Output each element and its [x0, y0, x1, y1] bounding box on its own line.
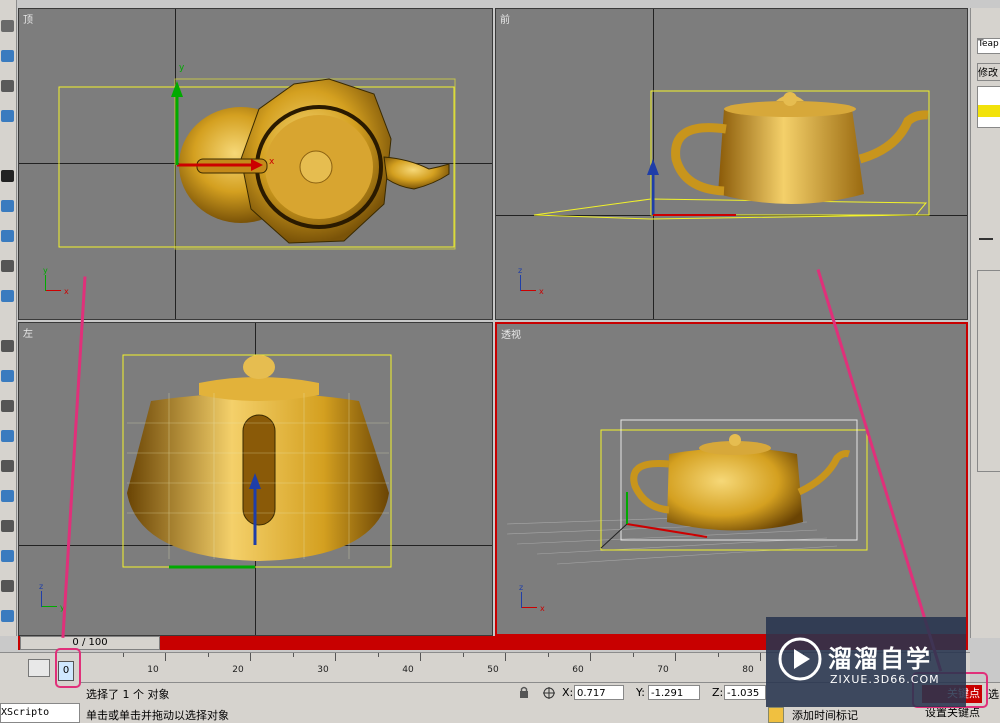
- track-tick: [377, 653, 379, 657]
- y-coord-label: Y:: [636, 686, 645, 699]
- gizmo-x-label: x: [269, 157, 275, 167]
- scale-icon[interactable]: [1, 610, 14, 622]
- track-tick: [165, 653, 166, 661]
- light-icon[interactable]: [1, 80, 14, 92]
- track-tick-label: 60: [572, 665, 584, 675]
- viewport-perspective[interactable]: 透视 xz: [495, 322, 968, 636]
- camera-icon[interactable]: [1, 110, 14, 122]
- command-panel: Teap 修改: [970, 8, 1000, 638]
- teapot-front-view[interactable]: [496, 9, 968, 320]
- teapot-perspective-view[interactable]: [497, 324, 968, 636]
- add-time-tag-button[interactable]: 添加时间标记: [792, 707, 858, 723]
- track-tick: [462, 653, 464, 657]
- track-tick-label: 30: [317, 665, 329, 675]
- shape-icon[interactable]: [1, 50, 14, 62]
- unlink-icon[interactable]: [1, 460, 14, 472]
- axis-tripod: xz: [518, 266, 544, 296]
- rotate-icon[interactable]: [1, 580, 14, 592]
- link-icon[interactable]: [1, 430, 14, 442]
- space-warp-icon[interactable]: [1, 200, 14, 212]
- modifier-stack[interactable]: [977, 86, 1000, 128]
- highlight-frame-box: [55, 648, 81, 688]
- move-icon[interactable]: [1, 550, 14, 562]
- track-tick: [292, 653, 294, 657]
- lock-selection-icon[interactable]: [518, 686, 530, 698]
- axis-tripod: xy: [43, 266, 69, 296]
- axis-tripod: xz: [519, 583, 545, 613]
- z-coord-field[interactable]: -1.035: [724, 685, 766, 700]
- create-icon[interactable]: [1, 20, 14, 32]
- track-tick-label: 10: [147, 665, 159, 675]
- x-coord-field[interactable]: 0.717: [574, 685, 624, 700]
- track-tick-label: 70: [657, 665, 669, 675]
- pin-stack-icon[interactable]: [977, 233, 997, 245]
- watermark: 溜溜自学 ZIXUE.3D66.COM: [766, 617, 966, 707]
- display-icon[interactable]: [1, 370, 14, 382]
- track-tick: [675, 653, 676, 661]
- track-tick: [335, 653, 336, 661]
- gizmo-y-label: y: [179, 63, 185, 73]
- viewport-left[interactable]: 左 yz: [18, 322, 493, 636]
- prompt-line: 单击或单击并拖动以选择对象: [86, 709, 229, 722]
- teapot-top-view[interactable]: [19, 9, 493, 320]
- teapot-left-view[interactable]: [19, 323, 493, 636]
- modifier-list-dropdown[interactable]: 修改: [977, 63, 1000, 81]
- parameters-rollout: [977, 270, 1000, 472]
- viewport-front[interactable]: 前 xz: [495, 8, 968, 320]
- utilities-icon[interactable]: [1, 400, 14, 412]
- watermark-url: ZIXUE.3D66.COM: [830, 673, 940, 686]
- modify-icon[interactable]: [1, 260, 14, 272]
- hierarchy-icon[interactable]: [1, 290, 14, 302]
- viewport-top[interactable]: 顶 y x xy: [18, 8, 493, 320]
- track-tick: [250, 653, 251, 661]
- selected-filter-button[interactable]: 选: [988, 686, 999, 702]
- select-icon[interactable]: [1, 520, 14, 532]
- track-tick: [122, 653, 124, 657]
- x-coord-label: X:: [562, 686, 574, 699]
- track-tick: [717, 653, 719, 657]
- absolute-mode-icon[interactable]: [542, 686, 556, 700]
- track-tick: [632, 653, 634, 657]
- selection-status: 选择了 1 个 对象: [86, 688, 170, 701]
- track-tick-label: 80: [742, 665, 754, 675]
- track-tick: [547, 653, 549, 657]
- z-coord-label: Z:: [712, 686, 724, 699]
- y-coord-field[interactable]: -1.291: [648, 685, 700, 700]
- time-slider[interactable]: 0 / 100: [20, 636, 160, 650]
- left-toolbar: [0, 0, 17, 636]
- helper-icon[interactable]: [1, 170, 14, 182]
- motion-icon[interactable]: [1, 340, 14, 352]
- object-name-field[interactable]: Teap: [977, 38, 1000, 54]
- watermark-logo-icon: [778, 637, 822, 681]
- bind-icon[interactable]: [1, 490, 14, 502]
- maxscript-listener[interactable]: XScripto: [0, 703, 80, 723]
- track-tick: [420, 653, 421, 661]
- track-tick-label: 40: [402, 665, 414, 675]
- track-tick: [505, 653, 506, 661]
- track-tick-label: 20: [232, 665, 244, 675]
- track-tick: [207, 653, 209, 657]
- watermark-brand: 溜溜自学: [828, 645, 932, 673]
- track-tick: [760, 653, 761, 661]
- systems-icon[interactable]: [1, 230, 14, 242]
- track-tick-label: 50: [487, 665, 499, 675]
- mini-curve-editor-icon[interactable]: [28, 659, 50, 677]
- time-tag-icon: [768, 707, 784, 723]
- track-tick: [590, 653, 591, 661]
